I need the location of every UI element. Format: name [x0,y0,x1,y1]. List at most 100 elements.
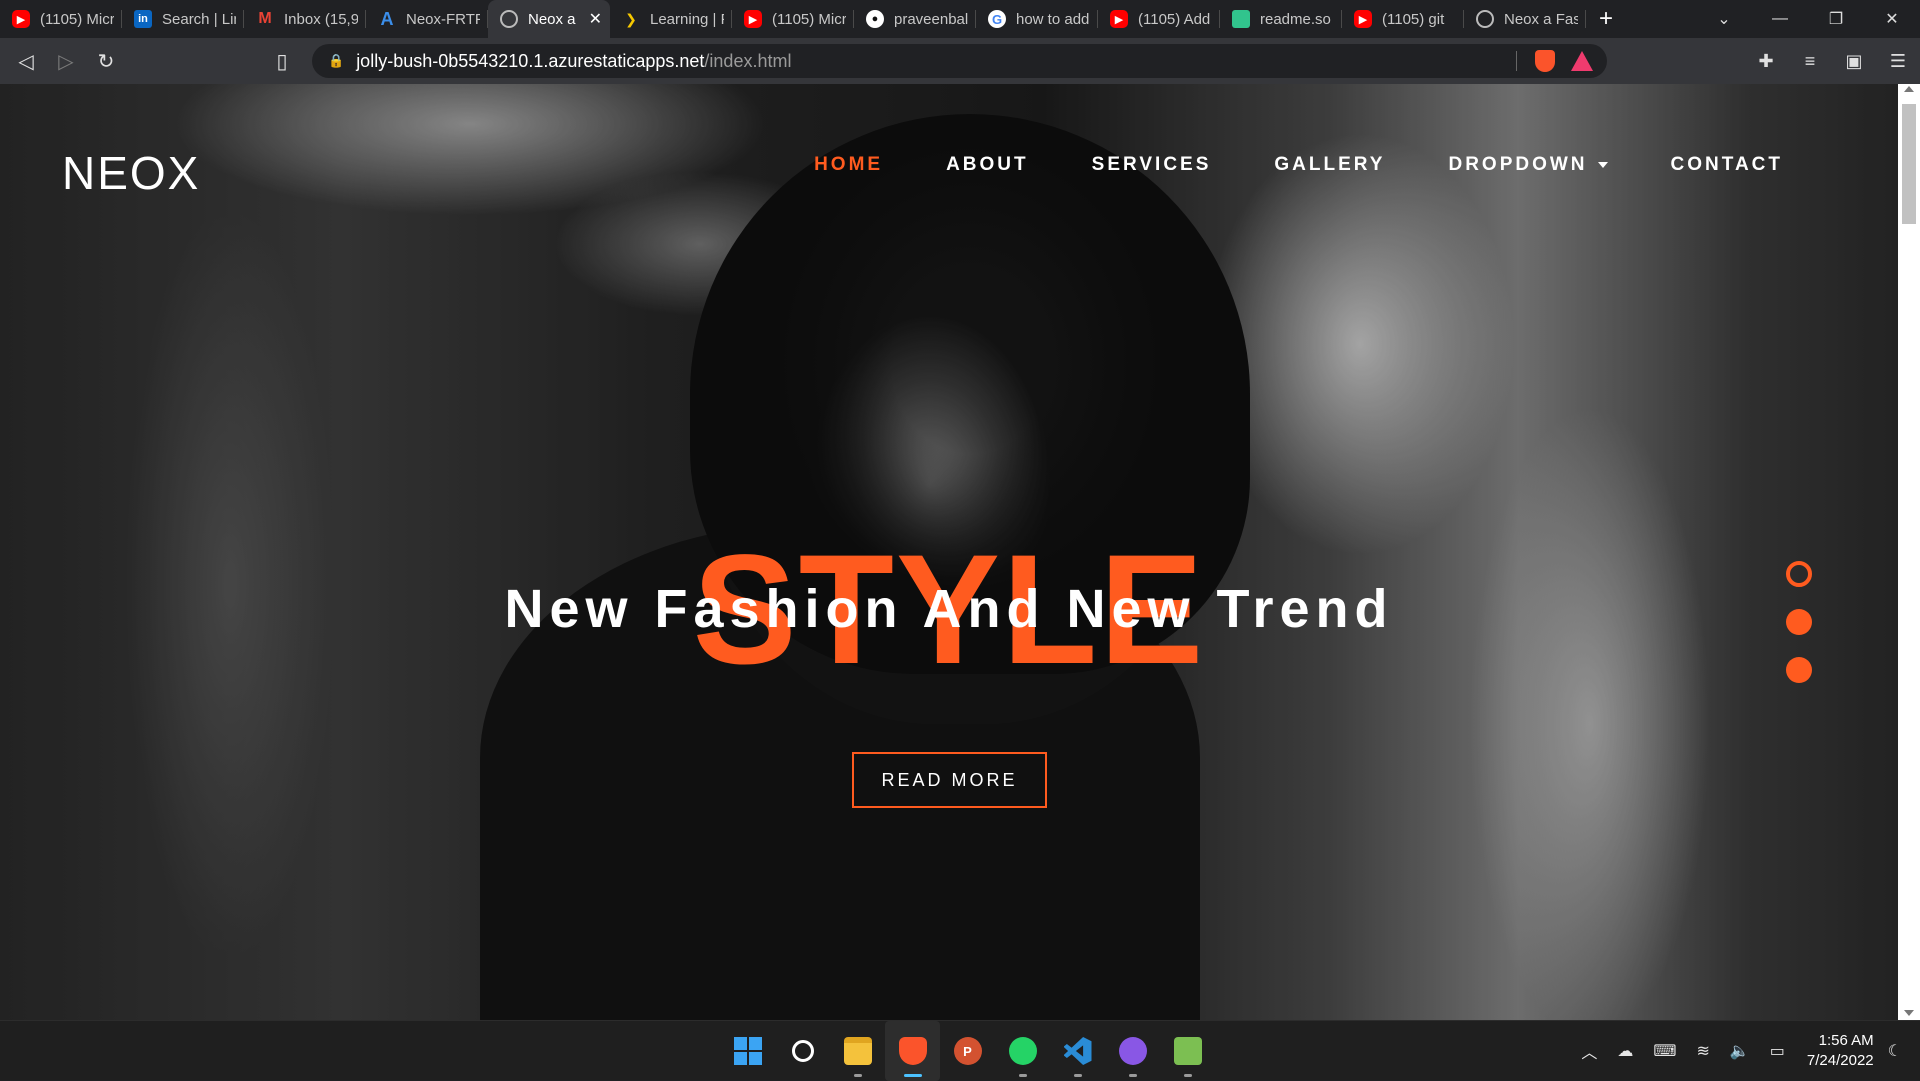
system-tray: ︿ ☁ ⌨ ≋ 🔈 ▭ 1:56 AM 7/24/2022 ☾ [1561,1021,1902,1081]
scroll-thumb[interactable] [1902,104,1916,224]
battery-icon[interactable]: ▭ [1770,1041,1785,1061]
tab-neox-2[interactable]: Neox a Fasl [1464,0,1586,38]
site-nav: HOME ABOUT SERVICES GALLERY DROPDOWN CON… [751,154,1783,176]
window-controls: ⌄ — ❐ ✕ [1696,0,1920,38]
page-scrollbar[interactable] [1898,84,1920,1020]
new-tab-button[interactable]: + [1586,0,1626,38]
volume-icon[interactable]: 🔈 [1730,1041,1750,1061]
tab-label: praveenbal [894,10,968,28]
google-icon: G [988,10,1006,28]
tab-search-chevron-icon[interactable]: ⌄ [1696,0,1752,38]
menu-icon[interactable]: ☰ [1876,38,1920,84]
chevron-up-icon[interactable]: ︿ [1581,1039,1597,1063]
toolbar-right-buttons: ✚ ≡ ▣ ☰ [1744,38,1920,84]
tab-readme[interactable]: readme.so [1220,0,1342,38]
nav-contact[interactable]: CONTACT [1671,154,1783,176]
tab-label: Neox-FRTP [406,10,480,28]
divider [1516,51,1517,71]
url-path: /index.html [704,50,792,71]
youtube-icon: ▶ [1354,10,1372,28]
github-icon: ● [866,10,884,28]
running-indicator [853,1074,862,1077]
brave-browser-button[interactable] [885,1021,940,1081]
start-button[interactable] [720,1021,775,1081]
forward-button[interactable]: ▷ [46,41,86,81]
keyboard-icon[interactable]: ⌨ [1653,1041,1676,1061]
github-desktop-icon [1118,1037,1147,1065]
reload-button[interactable]: ↻ [86,41,126,81]
slider-dot-3[interactable] [1786,657,1812,683]
lock-icon[interactable]: 🔒 [328,53,344,69]
tab-google[interactable]: Ghow to add [976,0,1098,38]
tab-label: (1105) git [1382,10,1445,28]
brave-icon [898,1037,927,1065]
tab-youtube-2[interactable]: ▶ (1105) Micr [732,0,854,38]
clock[interactable]: 1:56 AM 7/24/2022 [1807,1031,1874,1071]
clock-date: 7/24/2022 [1806,1052,1874,1069]
nav-services[interactable]: SERVICES [1092,154,1212,176]
youtube-icon: ▶ [1110,10,1128,28]
gmail-icon: M [258,10,272,27]
restore-button[interactable]: ❐ [1808,0,1864,38]
globe-icon [1476,10,1494,28]
tab-neox-active[interactable]: Neox a ✕ [488,0,610,38]
tab-youtube-4[interactable]: ▶ (1105) git [1342,0,1464,38]
nav-home[interactable]: HOME [814,154,883,176]
site-logo[interactable]: NEOX [62,146,200,200]
tab-learning[interactable]: ❯ Learning | F [610,0,732,38]
tab-azure[interactable]: A Neox-FRTP [366,0,488,38]
tab-gmail[interactable]: M Inbox (15,9 [244,0,366,38]
tab-list: ▶ (1105) Micr in Search | Lin M Inbox (15,9… [0,0,1586,38]
search-button[interactable] [775,1021,830,1081]
youtube-icon: ▶ [12,10,30,28]
tab-label: Neox a [528,10,576,28]
nav-gallery[interactable]: GALLERY [1274,154,1385,176]
search-icon [791,1040,814,1062]
nav-dropdown[interactable]: DROPDOWN [1448,154,1608,176]
tab-label: Inbox (15,9 [284,10,358,28]
caret-down-icon [1597,162,1608,168]
scroll-down-icon[interactable] [1904,1010,1914,1016]
slider-dot-2[interactable] [1786,609,1812,635]
notepad-icon [1173,1037,1202,1065]
tab-youtube-1[interactable]: ▶ (1105) Micr [0,0,122,38]
wifi-icon[interactable]: ≋ [1696,1041,1709,1061]
scroll-up-icon[interactable] [1904,86,1914,92]
active-indicator [903,1074,922,1077]
tab-label: (1105) Add [1138,10,1211,28]
close-window-button[interactable]: ✕ [1864,0,1920,38]
nav-about[interactable]: ABOUT [946,154,1029,176]
brave-shields-icon[interactable] [1535,50,1555,72]
page-viewport: NEOX HOME ABOUT SERVICES GALLERY DROPDOW… [0,84,1898,1020]
back-button[interactable]: ◁ [6,41,46,81]
whatsapp-icon [1008,1037,1037,1065]
address-bar[interactable]: 🔒 jolly-bush-0b5543210.1.azurestaticapps… [312,44,1607,78]
running-indicator [1018,1074,1027,1077]
close-tab-icon[interactable]: ✕ [589,9,602,29]
brave-rewards-icon[interactable] [1571,51,1593,71]
globe-icon [500,10,518,28]
tab-linkedin[interactable]: in Search | Lin [122,0,244,38]
running-indicator [1073,1074,1082,1077]
bookmark-button[interactable]: ▯ [262,41,302,81]
wallet-icon[interactable]: ▣ [1832,38,1876,84]
playlist-icon[interactable]: ≡ [1788,38,1832,84]
tab-youtube-3[interactable]: ▶ (1105) Add [1098,0,1220,38]
file-explorer-button[interactable] [830,1021,885,1081]
powerpoint-button[interactable]: P [940,1021,995,1081]
minimize-button[interactable]: — [1752,0,1808,38]
slider-dot-1[interactable] [1786,561,1812,587]
read-more-button[interactable]: READ MORE [852,752,1047,808]
readme-icon [1232,10,1250,28]
whatsapp-button[interactable] [995,1021,1050,1081]
windows-taskbar: P ︿ ☁ ⌨ ≋ 🔈 ▭ 1:56 AM 7/24/2022 ☾ [0,1020,1920,1081]
focus-assist-icon[interactable]: ☾ [1888,1041,1902,1061]
notepad-button[interactable] [1160,1021,1215,1081]
onedrive-icon[interactable]: ☁ [1617,1041,1633,1061]
vscode-button[interactable] [1050,1021,1105,1081]
github-desktop-button[interactable] [1105,1021,1160,1081]
youtube-icon: ▶ [744,10,762,28]
tab-github[interactable]: ● praveenbal [854,0,976,38]
linkedin-icon: in [134,10,152,28]
extensions-icon[interactable]: ✚ [1744,38,1788,84]
